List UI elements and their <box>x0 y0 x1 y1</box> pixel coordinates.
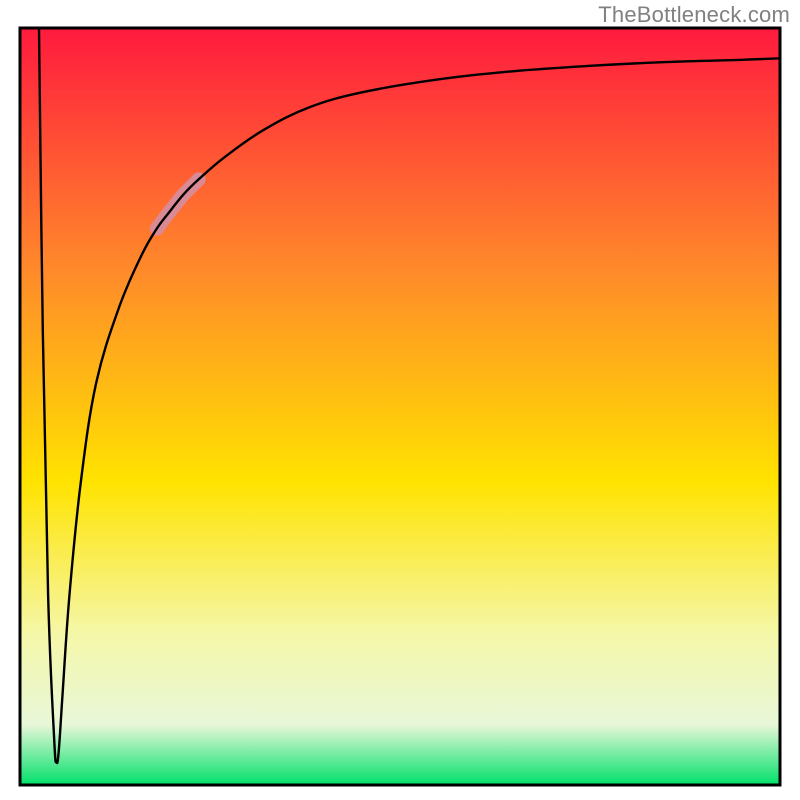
watermark-text: TheBottleneck.com <box>598 2 790 28</box>
chart-container: TheBottleneck.com <box>0 0 800 800</box>
plot-background <box>20 28 780 785</box>
bottleneck-chart <box>0 0 800 800</box>
